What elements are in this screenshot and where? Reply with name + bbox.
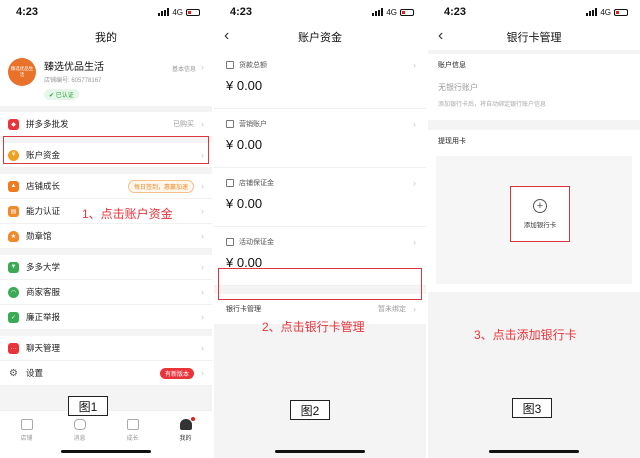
add-bank-card-button[interactable]: + 添加银行卡 xyxy=(510,186,570,242)
store-id: 店铺编号: 605778167 xyxy=(44,78,102,84)
headset-icon: ◠ xyxy=(8,286,19,298)
card-placeholder: + 添加银行卡 xyxy=(436,156,632,284)
nav-bar: ‹ 账户资金 xyxy=(214,24,426,50)
menu-item-customer-service[interactable]: ◠ 商家客服 › xyxy=(0,280,212,305)
chevron-right-icon: › xyxy=(201,206,204,216)
network-label: 4G xyxy=(172,7,183,17)
figure-label-3: 图3 xyxy=(512,398,552,418)
avatar: 臻选优品生活 xyxy=(8,58,36,86)
store-deposit-icon xyxy=(226,179,234,187)
chevron-right-icon: › xyxy=(201,368,204,378)
section-account-info: 账户信息 xyxy=(428,54,640,76)
step-1-annotation: 1、点击账户资金 xyxy=(82,207,173,221)
section-withdraw-card: 提现用卡 xyxy=(428,130,640,152)
signal-icon xyxy=(586,8,598,16)
medal-icon: ★ xyxy=(8,230,19,242)
screen-my-page: 4:23 4G 我的 臻选优品生活 臻选优品生活 店铺编号: 605778167… xyxy=(0,0,212,458)
no-account-text: 无银行账户 xyxy=(438,83,478,92)
store-name: 臻选优品生活 xyxy=(44,62,104,73)
page-title: 我的 xyxy=(95,32,117,44)
menu-item-settings[interactable]: ⚙ 设置 有新版本 › xyxy=(0,361,212,386)
chevron-right-icon: › xyxy=(201,287,204,297)
figure-label-2: 图2 xyxy=(290,400,330,420)
chevron-right-icon: › xyxy=(413,119,416,129)
chevron-right-icon: › xyxy=(201,343,204,353)
menu-item-integrity-report[interactable]: ✓ 廉正举报 › xyxy=(0,305,212,330)
store-icon xyxy=(20,419,33,430)
account-store-deposit[interactable]: 店铺保证金 ¥ 0.00 › xyxy=(214,168,426,227)
chevron-right-icon: › xyxy=(413,237,416,247)
shield-icon: ✓ xyxy=(8,311,19,323)
status-bar: 4:23 4G xyxy=(428,0,640,24)
chevron-right-icon: › xyxy=(413,60,416,70)
chevron-right-icon: › xyxy=(201,181,204,191)
figure-label-1: 图1 xyxy=(68,396,108,416)
menu-item-chat-management[interactable]: … 聊天管理 › xyxy=(0,336,212,361)
chevron-right-icon: › xyxy=(201,62,204,72)
message-icon xyxy=(73,419,86,430)
new-version-badge: 有新版本 xyxy=(159,367,194,379)
person-icon xyxy=(179,417,195,430)
menu-item-wholesale[interactable]: ◆ 拼多多批发 已购买 › xyxy=(0,112,212,137)
status-time: 4:23 xyxy=(16,6,39,18)
status-bar: 4:23 4G xyxy=(0,0,212,24)
tab-mine[interactable]: 我的 xyxy=(171,417,201,458)
graduation-icon: ▼ xyxy=(8,261,19,273)
chevron-right-icon: › xyxy=(201,262,204,272)
plus-circle-icon: + xyxy=(533,199,547,213)
back-arrow-icon[interactable]: ‹ xyxy=(438,27,443,45)
signal-icon xyxy=(372,8,384,16)
bind-hint-text: 添加银行卡后，将自动绑定银行账户信息 xyxy=(438,102,547,108)
chat-icon: … xyxy=(8,342,19,354)
home-indicator xyxy=(489,450,579,453)
page-title: 账户资金 xyxy=(298,32,342,44)
nav-bar: ‹ 银行卡管理 xyxy=(428,24,640,50)
screen-account-funds: 4:23 4G ‹ 账户资金 货款总额 ¥ 0.00 › 营销账户 ¥ 0.00… xyxy=(214,0,426,458)
book-icon xyxy=(126,419,139,430)
page-title: 银行卡管理 xyxy=(506,32,562,44)
checkin-pill[interactable]: 每日签到，惠赢加速 xyxy=(127,179,194,193)
chevron-right-icon: › xyxy=(413,304,416,314)
card-area: + 添加银行卡 xyxy=(428,152,640,292)
battery-icon xyxy=(400,8,414,16)
account-total-payment[interactable]: 货款总额 ¥ 0.00 › xyxy=(214,50,426,109)
marketing-icon xyxy=(226,120,234,128)
bind-status: 暂未绑定 xyxy=(378,306,406,313)
chevron-right-icon: › xyxy=(201,119,204,129)
chevron-right-icon: › xyxy=(413,178,416,188)
wholesale-icon: ◆ xyxy=(8,118,19,130)
activity-deposit-icon xyxy=(226,238,234,246)
status-bar: 4:23 4G xyxy=(214,0,426,24)
home-indicator xyxy=(61,450,151,453)
screen-bank-card-management: 4:23 4G ‹ 银行卡管理 账户信息 无银行账户 添加银行卡后，将自动绑定银… xyxy=(428,0,640,458)
signal-icon xyxy=(158,8,170,16)
gear-icon: ⚙ xyxy=(8,367,19,379)
step-2-annotation: 2、点击银行卡管理 xyxy=(262,320,365,334)
menu-item-medal-hall[interactable]: ★ 勋章馆 › xyxy=(0,224,212,249)
chevron-right-icon: › xyxy=(201,231,204,241)
menu-item-store-growth[interactable]: ▲ 店铺成长 每日签到，惠赢加速 › xyxy=(0,174,212,199)
account-info-body: 无银行账户 添加银行卡后，将自动绑定银行账户信息 xyxy=(428,76,640,120)
battery-icon xyxy=(186,8,200,16)
nav-bar: 我的 xyxy=(0,24,212,50)
highlight-bank-card-management xyxy=(218,268,422,300)
basic-info-link[interactable]: 基本信息 xyxy=(172,64,196,73)
back-arrow-icon[interactable]: ‹ xyxy=(224,27,229,45)
cert-icon: ▤ xyxy=(8,205,19,217)
step-3-annotation: 3、点击添加银行卡 xyxy=(474,328,577,342)
highlight-account-funds xyxy=(3,136,209,164)
verified-badge: ✔ 已认证 xyxy=(44,89,79,100)
tab-store[interactable]: 店铺 xyxy=(12,419,42,458)
battery-icon xyxy=(614,8,628,16)
growth-icon: ▲ xyxy=(8,180,19,192)
home-indicator xyxy=(275,450,365,453)
store-profile[interactable]: 臻选优品生活 臻选优品生活 店铺编号: 605778167 ✔ 已认证 基本信息… xyxy=(0,50,212,106)
account-marketing[interactable]: 营销账户 ¥ 0.00 › xyxy=(214,109,426,168)
menu-item-university[interactable]: ▼ 多多大学 › xyxy=(0,255,212,280)
wallet-icon xyxy=(226,61,234,69)
chevron-right-icon: › xyxy=(201,312,204,322)
